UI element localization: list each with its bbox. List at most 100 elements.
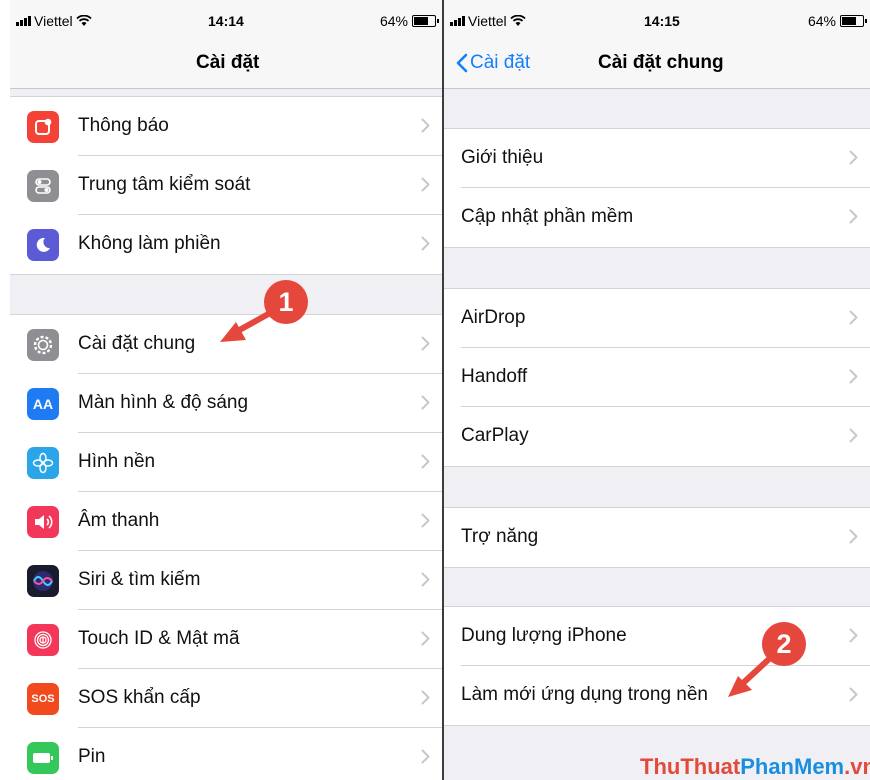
- settings-row-cap-nhat-phan-mem[interactable]: Cập nhật phần mềm: [444, 188, 870, 247]
- settings-row-label: CarPlay: [461, 425, 529, 446]
- chevron-right-icon: [849, 209, 858, 224]
- settings-row-label: Cài đặt chung: [78, 333, 196, 354]
- settings-row-airdrop[interactable]: AirDrop: [444, 289, 870, 348]
- nav-bar: Cài đặt: [10, 46, 442, 89]
- chevron-right-icon: [421, 631, 430, 646]
- settings-row-siri-tim-kiem[interactable]: Siri & tìm kiếm: [10, 551, 442, 610]
- settings-row-pin[interactable]: Pin: [10, 728, 442, 780]
- settings-group: Trợ năng: [444, 507, 870, 568]
- settings-row-label: Cập nhật phần mềm: [461, 206, 634, 227]
- watermark-part-2: PhanMem: [740, 754, 845, 779]
- battery-percent: 64%: [379, 13, 408, 29]
- icon-text: AA: [32, 396, 54, 412]
- chevron-right-icon: [849, 150, 858, 165]
- settings-row-trung-tam-kiem-soat[interactable]: Trung tâm kiểm soát: [10, 156, 442, 215]
- settings-group: Giới thiệu Cập nhật phần mềm: [444, 128, 870, 248]
- settings-row-tro-nang[interactable]: Trợ năng: [444, 508, 870, 567]
- moon-icon: [27, 229, 59, 261]
- settings-row-label: Màn hình & độ sáng: [78, 392, 249, 413]
- back-button[interactable]: Cài đặt: [456, 52, 530, 74]
- chevron-right-icon: [421, 236, 430, 251]
- settings-row-label: Âm thanh: [78, 510, 160, 531]
- settings-row-man-hinh-do-sang[interactable]: AA Màn hình & độ sáng: [10, 374, 442, 433]
- status-time: 14:14: [208, 13, 244, 29]
- settings-row-label: Thông báo: [78, 115, 169, 136]
- settings-row-carplay[interactable]: CarPlay: [444, 407, 870, 466]
- settings-row-label: Hình nền: [78, 451, 156, 472]
- settings-row-hinh-nen[interactable]: Hình nền: [10, 433, 442, 492]
- back-label: Cài đặt: [470, 52, 531, 73]
- signal-icon: [450, 16, 465, 26]
- wifi-icon: [76, 15, 92, 26]
- settings-row-sos-khan-cap[interactable]: SOS SOS khẩn cấp: [10, 669, 442, 728]
- settings-row-handoff[interactable]: Handoff: [444, 348, 870, 407]
- battery-icon: [27, 742, 59, 774]
- control-center-icon: [27, 170, 59, 202]
- chevron-right-icon: [849, 529, 858, 544]
- settings-row-label: Siri & tìm kiếm: [78, 569, 201, 590]
- chevron-right-icon: [421, 118, 430, 133]
- chevron-right-icon: [849, 628, 858, 643]
- chevron-right-icon: [421, 454, 430, 469]
- settings-row-am-thanh[interactable]: Âm thanh: [10, 492, 442, 551]
- settings-row-dung-luong-iphone[interactable]: Dung lượng iPhone: [444, 607, 870, 666]
- icon-text: SOS: [31, 693, 55, 705]
- chevron-right-icon: [849, 369, 858, 384]
- wifi-icon: [510, 15, 526, 26]
- notifications-icon: [27, 111, 59, 143]
- settings-group: Cài đặt chung AA Màn hình & độ sáng Hình nề…: [10, 314, 442, 780]
- chevron-right-icon: [421, 177, 430, 192]
- general-settings-screen: Viettel 14:15 64% Cài đặt Cài đặt chung …: [444, 0, 870, 780]
- carrier-label: Viettel: [468, 13, 507, 29]
- sound-icon: [27, 506, 59, 538]
- display-brightness-icon: AA: [27, 388, 59, 420]
- watermark: ThuThuatPhanMem.vn: [640, 754, 870, 780]
- chevron-right-icon: [421, 572, 430, 587]
- annotation-badge-1: 1: [264, 280, 308, 324]
- siri-icon: [27, 565, 59, 597]
- settings-row-gioi-thieu[interactable]: Giới thiệu: [444, 129, 870, 188]
- settings-row-lam-moi-ung-dung-trong-nen[interactable]: Làm mới ứng dụng trong nền: [444, 666, 870, 725]
- status-bar: Viettel 14:14 64%: [10, 0, 442, 46]
- page-title: Cài đặt: [196, 52, 260, 73]
- settings-screen: Viettel 14:14 64% Cài đặt Thông báo Trung…: [10, 0, 442, 780]
- settings-row-label: Không làm phiền: [78, 233, 221, 254]
- battery-status-icon: [412, 15, 439, 27]
- chevron-right-icon: [421, 395, 430, 410]
- chevron-right-icon: [421, 336, 430, 351]
- settings-row-label: Làm mới ứng dụng trong nền: [461, 684, 708, 705]
- chevron-left-icon: [456, 53, 468, 73]
- settings-row-touch-id-mat-ma[interactable]: Touch ID & Mật mã: [10, 610, 442, 669]
- annotation-badge-2: 2: [762, 622, 806, 666]
- settings-row-cai-dat-chung[interactable]: Cài đặt chung: [10, 315, 442, 374]
- signal-icon: [16, 16, 31, 26]
- battery-percent: 64%: [807, 13, 836, 29]
- settings-row-label: Trợ năng: [461, 526, 539, 547]
- chevron-right-icon: [849, 310, 858, 325]
- chevron-right-icon: [421, 513, 430, 528]
- watermark-part-1: ThuThuat: [640, 754, 741, 779]
- wallpaper-icon: [27, 447, 59, 479]
- battery-status-icon: [840, 15, 867, 27]
- chevron-right-icon: [421, 690, 430, 705]
- settings-row-label: Giới thiệu: [461, 147, 544, 168]
- settings-row-label: Dung lượng iPhone: [461, 625, 627, 646]
- settings-group: AirDrop Handoff CarPlay: [444, 288, 870, 467]
- settings-row-khong-lam-phien[interactable]: Không làm phiền: [10, 215, 442, 274]
- chevron-right-icon: [849, 687, 858, 702]
- carrier-label: Viettel: [34, 13, 73, 29]
- settings-group: Dung lượng iPhone Làm mới ứng dụng trong …: [444, 606, 870, 726]
- settings-row-label: SOS khẩn cấp: [78, 687, 201, 708]
- fingerprint-icon: [27, 624, 59, 656]
- page-title: Cài đặt chung: [598, 52, 724, 73]
- settings-row-label: Trung tâm kiểm soát: [78, 174, 251, 195]
- settings-row-label: Handoff: [461, 366, 528, 387]
- status-time: 14:15: [644, 13, 680, 29]
- settings-row-label: Pin: [78, 746, 106, 767]
- chevron-right-icon: [421, 749, 430, 764]
- settings-row-thong-bao[interactable]: Thông báo: [10, 97, 442, 156]
- settings-group: Thông báo Trung tâm kiểm soát Không làm ph…: [10, 96, 442, 275]
- watermark-part-3: .vn: [844, 754, 870, 779]
- chevron-right-icon: [849, 428, 858, 443]
- sos-icon: SOS: [27, 683, 59, 715]
